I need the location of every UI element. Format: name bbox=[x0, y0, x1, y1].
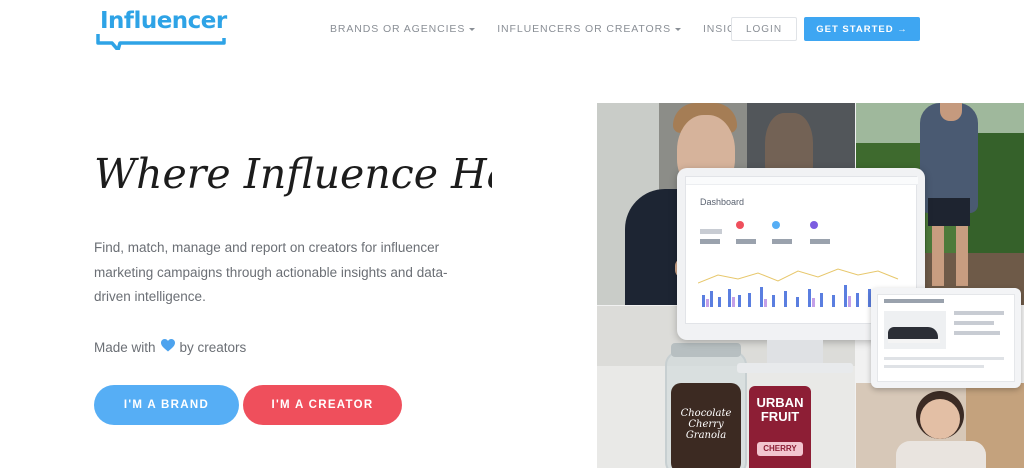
urban-fruit-bag: URBAN FRUIT CHERRY bbox=[749, 386, 811, 468]
login-button[interactable]: LOGIN bbox=[731, 17, 797, 41]
hero-title: Where Influence Happens bbox=[94, 150, 492, 198]
get-started-button[interactable]: GET STARTED → bbox=[804, 17, 920, 41]
logo[interactable]: Influencer bbox=[96, 8, 228, 50]
tablet-mockup bbox=[871, 288, 1021, 388]
hero-collage: Chocolate Cherry Granola URBAN FRUIT CHE… bbox=[597, 103, 1024, 468]
hero-title-text: Where Influence Happens bbox=[94, 150, 492, 198]
bag-label-urban: URBAN bbox=[756, 395, 804, 410]
nav-influencers-label: INFLUENCERS OR CREATORS bbox=[497, 23, 671, 35]
made-with-line: Made with by creators bbox=[94, 339, 246, 355]
nav-brands-or-agencies[interactable]: BRANDS OR AGENCIES bbox=[330, 23, 476, 35]
made-with-suffix: by creators bbox=[179, 339, 247, 355]
monitor-base bbox=[737, 363, 853, 373]
nav-brands-label: BRANDS OR AGENCIES bbox=[330, 23, 466, 35]
caret-down-icon bbox=[674, 27, 681, 31]
bag-label-cherry: CHERRY bbox=[757, 442, 803, 456]
photo-child bbox=[856, 383, 1024, 468]
jar-label: Chocolate Cherry Granola bbox=[680, 408, 732, 441]
im-a-brand-button[interactable]: I'M A BRAND bbox=[94, 385, 239, 425]
main-nav: BRANDS OR AGENCIES INFLUENCERS OR CREATO… bbox=[330, 21, 782, 37]
logo-text: Influencer bbox=[100, 8, 227, 34]
made-with-prefix: Made with bbox=[94, 339, 156, 355]
im-a-creator-button[interactable]: I'M A CREATOR bbox=[243, 385, 402, 425]
nav-influencers-or-creators[interactable]: INFLUENCERS OR CREATORS bbox=[497, 23, 681, 35]
caret-down-icon bbox=[469, 27, 476, 31]
granola-jar: Chocolate Cherry Granola bbox=[665, 343, 747, 468]
heart-icon bbox=[160, 339, 175, 355]
dashboard-title: Dashboard bbox=[700, 197, 745, 207]
hero-description: Find, match, manage and report on creato… bbox=[94, 240, 448, 304]
bag-label-fruit: FRUIT bbox=[760, 409, 800, 424]
